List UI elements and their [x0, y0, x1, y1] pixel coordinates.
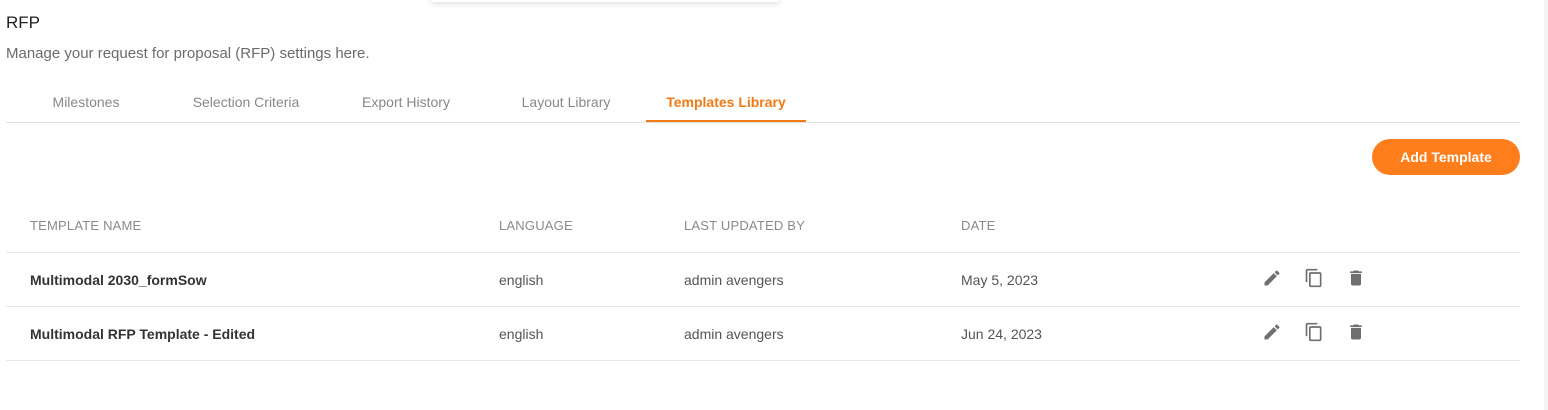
tab-templates-library[interactable]: Templates Library — [646, 82, 806, 122]
template-name-cell[interactable]: Multimodal RFP Template - Edited — [30, 326, 255, 342]
trash-icon[interactable] — [1346, 322, 1366, 342]
tab-export-history[interactable]: Export History — [346, 82, 466, 122]
tab-bar: Milestones Selection Criteria Export His… — [6, 82, 1520, 123]
table-row[interactable]: Multimodal RFP Template - Edited english… — [6, 307, 1520, 361]
trash-icon[interactable] — [1346, 268, 1366, 288]
language-cell: english — [499, 272, 544, 288]
updated-by-cell: admin avengers — [684, 326, 784, 342]
scrollbar-track[interactable] — [1544, 0, 1548, 410]
template-name-cell[interactable]: Multimodal 2030_formSow — [30, 272, 207, 288]
top-popover-edge — [430, 0, 780, 2]
table-header: TEMPLATE NAME LANGUAGE LAST UPDATED BY D… — [6, 199, 1520, 253]
updated-by-cell: admin avengers — [684, 272, 784, 288]
row-actions — [1262, 268, 1372, 288]
copy-icon[interactable] — [1304, 268, 1324, 288]
templates-table: TEMPLATE NAME LANGUAGE LAST UPDATED BY D… — [6, 199, 1520, 361]
language-cell: english — [499, 326, 544, 342]
table-row[interactable]: Multimodal 2030_formSow english admin av… — [6, 253, 1520, 307]
tab-selection-criteria[interactable]: Selection Criteria — [178, 82, 314, 122]
pencil-icon[interactable] — [1262, 268, 1282, 288]
add-template-button[interactable]: Add Template — [1372, 139, 1520, 175]
pencil-icon[interactable] — [1262, 322, 1282, 342]
header-template-name[interactable]: TEMPLATE NAME — [30, 218, 141, 233]
row-actions — [1262, 322, 1372, 342]
header-language[interactable]: LANGUAGE — [499, 218, 573, 233]
copy-icon[interactable] — [1304, 322, 1324, 342]
tab-layout-library[interactable]: Layout Library — [504, 82, 628, 122]
page-title: RFP — [6, 13, 40, 32]
page-subtitle: Manage your request for proposal (RFP) s… — [6, 45, 370, 62]
date-cell: May 5, 2023 — [961, 272, 1039, 288]
header-last-updated-by[interactable]: LAST UPDATED BY — [684, 218, 805, 233]
header-date[interactable]: DATE — [961, 218, 996, 233]
tab-milestones[interactable]: Milestones — [24, 82, 148, 122]
date-cell: Jun 24, 2023 — [961, 326, 1042, 342]
